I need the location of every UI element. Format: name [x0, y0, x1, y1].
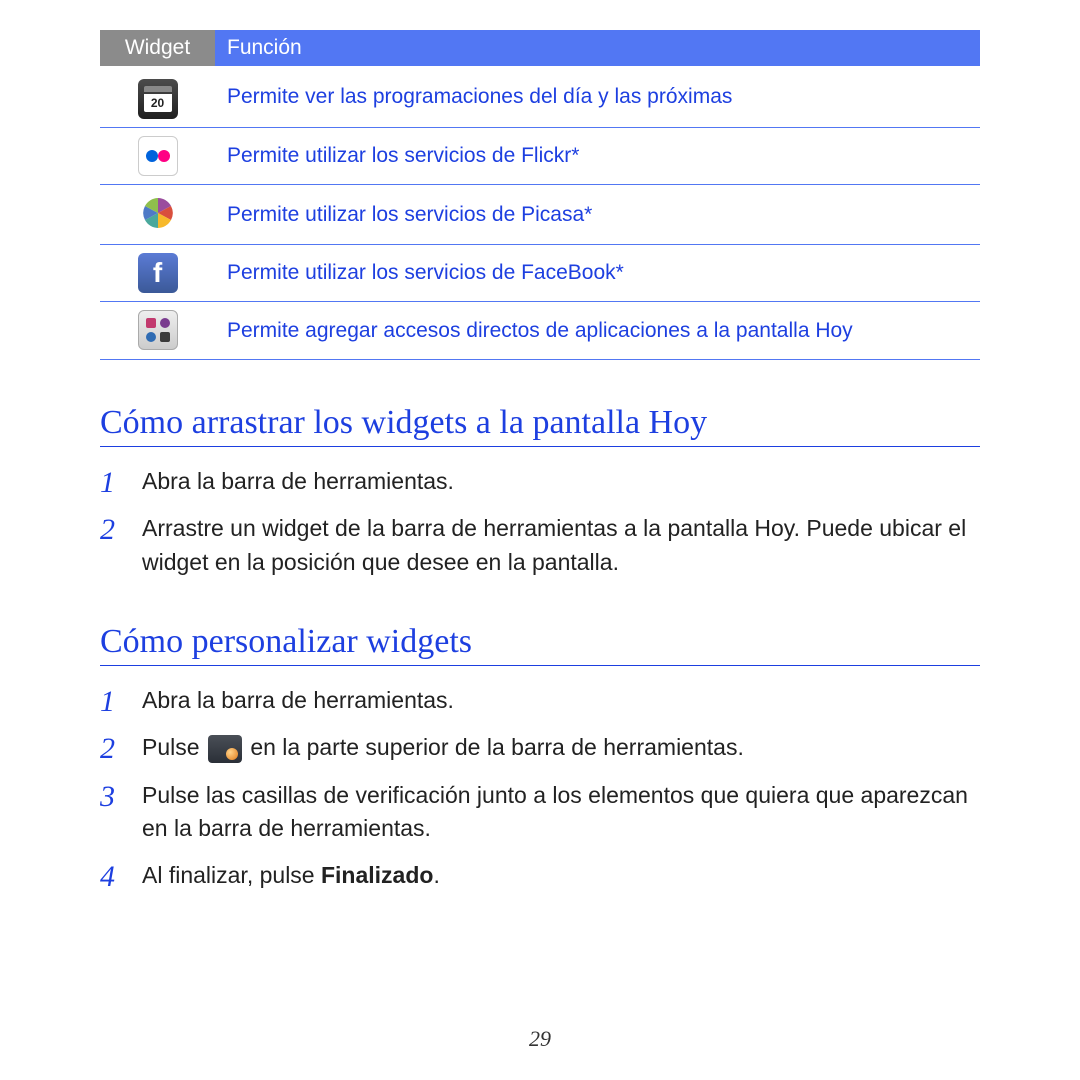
section-heading-drag: Cómo arrastrar los widgets a la pantalla…: [100, 404, 980, 447]
shortcuts-icon: [138, 310, 178, 350]
picasa-icon: [138, 193, 178, 233]
table-row: Permite utilizar los servicios de Picasa…: [100, 185, 980, 245]
table-row: f Permite utilizar los servicios de Face…: [100, 245, 980, 302]
table-row: 20 Permite ver las programaciones del dí…: [100, 66, 980, 128]
widget-table: Widget Función 20 Permite ver las progra…: [100, 30, 980, 360]
widget-desc: Permite utilizar los servicios de Picasa…: [215, 185, 980, 245]
section-heading-customize: Cómo personalizar widgets: [100, 623, 980, 666]
step-text: Pulse: [142, 734, 206, 760]
settings-gear-icon: [208, 735, 242, 763]
widget-desc: Permite agregar accesos directos de apli…: [215, 302, 980, 360]
facebook-icon: f: [138, 253, 178, 293]
step: Pulse en la parte superior de la barra d…: [100, 731, 980, 764]
widget-icon-cell: [100, 302, 215, 360]
widget-icon-cell: [100, 185, 215, 245]
steps-customize: Abra la barra de herramientas. Pulse en …: [100, 684, 980, 893]
th-widget: Widget: [100, 30, 215, 66]
steps-drag: Abra la barra de herramientas. Arrastre …: [100, 465, 980, 579]
widget-icon-cell: 20: [100, 66, 215, 128]
document-page: Widget Función 20 Permite ver las progra…: [0, 0, 1080, 893]
table-row: Permite agregar accesos directos de apli…: [100, 302, 980, 360]
widget-desc: Permite utilizar los servicios de FaceBo…: [215, 245, 980, 302]
step-text: Al finalizar, pulse: [142, 862, 321, 888]
calendar-icon: 20: [138, 79, 178, 119]
finalizado-label: Finalizado: [321, 862, 433, 888]
widget-desc: Permite ver las programaciones del día y…: [215, 66, 980, 128]
th-funcion: Función: [215, 30, 980, 66]
step: Abra la barra de herramientas.: [100, 465, 980, 498]
widget-desc: Permite utilizar los servicios de Flickr…: [215, 128, 980, 185]
step: Pulse las casillas de verificación junto…: [100, 779, 980, 846]
widget-icon-cell: f: [100, 245, 215, 302]
widget-icon-cell: [100, 128, 215, 185]
step-text: en la parte superior de la barra de herr…: [250, 734, 744, 760]
step: Al finalizar, pulse Finalizado.: [100, 859, 980, 892]
page-number: 29: [0, 1026, 1080, 1052]
table-row: Permite utilizar los servicios de Flickr…: [100, 128, 980, 185]
flickr-icon: [138, 136, 178, 176]
step-text: .: [433, 862, 439, 888]
step: Abra la barra de herramientas.: [100, 684, 980, 717]
step: Arrastre un widget de la barra de herram…: [100, 512, 980, 579]
